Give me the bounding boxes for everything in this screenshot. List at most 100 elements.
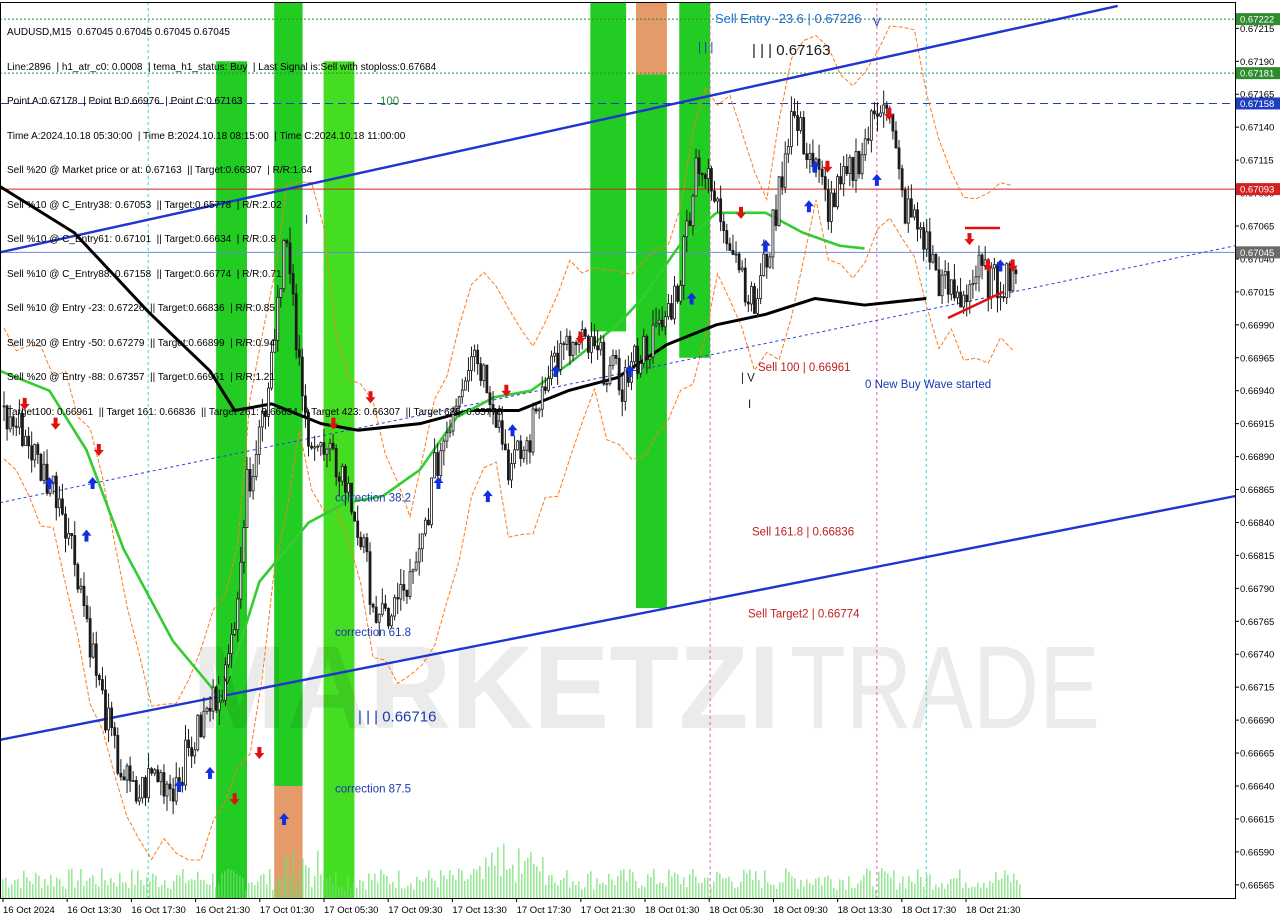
candle-body: [522, 449, 526, 459]
volume-bar: [596, 878, 598, 898]
volume-bar: [362, 880, 364, 898]
volume-bar: [662, 882, 664, 898]
volume-bar: [1004, 870, 1006, 898]
chart-annotation: | | | 0.66716: [358, 708, 436, 725]
candle-body: [903, 189, 907, 224]
candle-body: [405, 589, 409, 597]
volume-bar: [701, 882, 703, 898]
price-badge-label: 0.67093: [1240, 185, 1274, 196]
candle-body: [331, 442, 335, 449]
volume-bar: [350, 888, 352, 898]
volume-bar: [875, 889, 877, 898]
candle-body: [436, 452, 440, 476]
volume-bar: [314, 876, 316, 898]
volume-bar: [608, 873, 610, 898]
volume-bar: [407, 885, 409, 898]
volume-bar: [839, 879, 841, 898]
volume-bar: [734, 888, 736, 898]
candle-body: [165, 783, 169, 797]
volume-bar: [677, 874, 679, 898]
volume-bar: [740, 881, 742, 898]
time-tick-label: 16 Oct 17:30: [131, 905, 185, 916]
volume-bar: [398, 870, 400, 898]
info-line: Sell %20 @ Entry -50: 0.67279 || Target:…: [7, 337, 275, 349]
volume-bar: [899, 883, 901, 898]
volume-bar: [290, 876, 292, 898]
volume-bar: [731, 881, 733, 898]
candle-body: [344, 466, 347, 493]
candle-body: [983, 259, 987, 266]
candle-body: [76, 564, 80, 590]
volume-bar: [614, 884, 616, 898]
volume-bar: [374, 873, 376, 898]
candle-body: [356, 520, 360, 538]
candle-body: [88, 618, 92, 658]
volume-bar: [1019, 884, 1021, 898]
candle-body: [2, 405, 6, 408]
candle-body: [916, 209, 919, 230]
sell-arrow-icon: [964, 233, 975, 246]
volume-bar: [101, 868, 103, 898]
volume-bar: [212, 873, 214, 898]
volume-bar: [56, 877, 58, 898]
volume-bar: [134, 884, 136, 898]
volume-bar: [995, 872, 997, 898]
volume-bar: [857, 883, 859, 898]
volume-bar: [728, 876, 730, 898]
volume-bar: [323, 881, 325, 898]
candle-body: [654, 322, 658, 326]
volume-bar: [539, 871, 541, 898]
volume-bar: [911, 881, 913, 898]
volume-bar: [161, 885, 163, 898]
candle-body: [408, 571, 412, 597]
volume-bar: [473, 868, 475, 898]
candle-body: [817, 158, 821, 170]
volume-bar: [680, 883, 682, 898]
volume-bar: [146, 876, 148, 898]
candle-body: [328, 442, 332, 450]
candle-body: [310, 445, 313, 449]
price-tick-label: 0.66640: [1240, 782, 1274, 793]
volume-bar: [77, 880, 79, 898]
volume-bar: [806, 879, 808, 898]
candle-body: [27, 435, 31, 447]
volume-bar: [245, 889, 247, 898]
volume-bar: [641, 885, 643, 898]
volume-bar: [446, 879, 448, 898]
candle-body: [691, 195, 695, 227]
candle-body: [322, 442, 326, 455]
volume-bar: [47, 884, 49, 898]
volume-bar: [878, 871, 880, 898]
volume-bar: [215, 887, 217, 898]
volume-bar: [347, 876, 349, 898]
candle-body: [734, 253, 738, 256]
candle-body: [660, 319, 664, 328]
candle-body: [534, 408, 538, 412]
buy-arrow-icon: [507, 424, 518, 437]
volume-bar: [884, 871, 886, 898]
volume-bar: [455, 879, 457, 898]
volume-bar: [401, 888, 403, 898]
volume-bar: [590, 871, 592, 898]
volume-bar: [611, 879, 613, 898]
price-tick-label: 0.66665: [1240, 749, 1274, 760]
volume-bar: [68, 869, 70, 898]
volume-bar: [32, 883, 34, 898]
volume-bar: [881, 868, 883, 898]
volume-bar: [512, 864, 514, 898]
volume-bar: [683, 877, 685, 898]
candle-body: [894, 130, 898, 149]
buy-arrow-icon: [204, 766, 215, 779]
volume-bar: [977, 882, 979, 898]
volume-bar: [770, 884, 772, 898]
volume-bar: [530, 851, 532, 898]
candle-body: [590, 336, 593, 353]
volume-bar: [26, 877, 28, 898]
volume-bar: [845, 889, 847, 898]
candle-body: [949, 279, 953, 295]
candle-body: [211, 686, 215, 712]
candle-body: [866, 138, 870, 141]
volume-bar: [272, 889, 274, 898]
candle-body: [780, 176, 784, 188]
time-tick-label: 18 Oct 13:30: [838, 905, 892, 916]
